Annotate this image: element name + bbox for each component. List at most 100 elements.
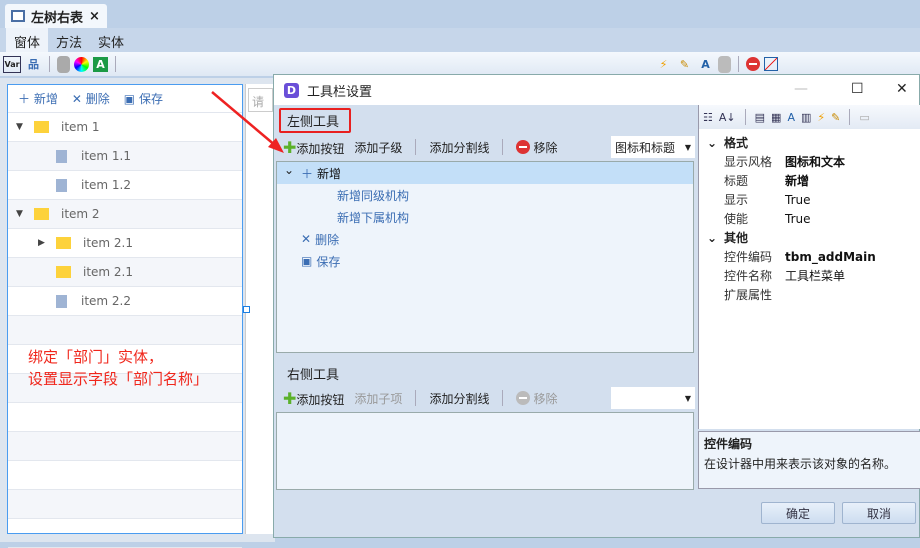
tree-row[interactable]: item 1.2 xyxy=(8,171,242,200)
edit-icon[interactable]: ✎ xyxy=(831,111,840,124)
property-toolbar: ☷ A↓ ▤ ▦ A ▥ ⚡ ✎ ▭ xyxy=(699,105,920,129)
database-icon[interactable]: ▥ xyxy=(801,111,811,124)
tree-row[interactable]: item 1.1 xyxy=(8,142,242,171)
property-value[interactable]: tbm_addMain xyxy=(785,250,876,264)
tree-row[interactable]: ▶ item 2.1 xyxy=(8,229,242,258)
resize-handle[interactable] xyxy=(243,306,250,313)
toolbar-item[interactable]: ⌄ ＋新增 xyxy=(277,162,693,184)
left-tools-list: ⌄ ＋新增 新增同级机构 新增下属机构 ✕ 删除 ▣ 保存 xyxy=(276,161,694,353)
folder-icon xyxy=(34,208,49,220)
color-wheel-icon[interactable] xyxy=(74,56,89,72)
display-style-select[interactable]: ▼ xyxy=(611,387,695,409)
lightning-icon[interactable]: ⚡ xyxy=(817,111,825,124)
property-category[interactable]: ⌄ 其他 xyxy=(699,228,920,247)
property-row[interactable]: 显示风格 图标和文本 xyxy=(699,152,920,171)
right-tools-label: 右侧工具 xyxy=(287,368,340,383)
sort-az-icon[interactable]: A↓ xyxy=(719,111,736,124)
categorized-icon[interactable]: ☷ xyxy=(703,111,713,124)
add-separator-btn[interactable]: 添加分割线 xyxy=(429,390,489,407)
expand-arrow-icon[interactable]: ▼ xyxy=(16,209,26,219)
right-tools-toolbar: ✚添加按钮 添加子项 添加分割线 移除 ▼ xyxy=(283,387,695,409)
property-row[interactable]: 标题 新增 xyxy=(699,171,920,190)
add-button-btn[interactable]: ✚添加按钮 xyxy=(283,389,344,408)
toolbar-item[interactable]: ✕ 删除 xyxy=(277,228,693,250)
maximize-icon[interactable]: ☐ xyxy=(851,81,864,97)
diagonal-icon[interactable] xyxy=(764,57,778,71)
var-icon[interactable]: Var xyxy=(3,55,21,73)
document-icon xyxy=(56,294,67,308)
chevron-down-icon[interactable]: ⌄ xyxy=(284,163,294,177)
close-icon: ✕ xyxy=(71,92,82,106)
properties-icon[interactable]: ▤ xyxy=(755,111,765,124)
save-button[interactable]: ▣ 保存 xyxy=(124,90,163,107)
property-row[interactable]: 扩展属性 xyxy=(699,285,920,304)
property-row[interactable]: 控件名称 工具栏菜单 xyxy=(699,266,920,285)
add-child-btn[interactable]: 添加子级 xyxy=(354,139,402,156)
property-name: 控件编码 xyxy=(724,250,773,264)
folder-icon xyxy=(56,266,71,278)
tree-row-label: item 1.2 xyxy=(81,178,132,192)
ok-button[interactable]: 确定 xyxy=(761,502,835,524)
right-tools-list xyxy=(276,412,694,490)
chevron-down-icon[interactable]: ⌄ xyxy=(707,231,724,245)
tree-row[interactable]: ▼ item 1 xyxy=(8,113,242,142)
tab-entity[interactable]: 实体 xyxy=(90,28,132,52)
folder-icon xyxy=(56,237,71,249)
font-icon[interactable]: A xyxy=(697,56,714,73)
events-list-icon[interactable]: ▦ xyxy=(771,111,781,124)
property-value[interactable]: 图标和文本 xyxy=(785,153,845,170)
expand-arrow-icon[interactable]: ▼ xyxy=(16,122,26,132)
toolbar-item[interactable]: 新增下属机构 xyxy=(277,206,693,228)
doc-tab[interactable]: 左树右表 × xyxy=(5,4,107,28)
add-separator-btn[interactable]: 添加分割线 xyxy=(429,139,489,156)
toolbar-item[interactable]: 新增同级机构 xyxy=(277,184,693,206)
tree-row[interactable]: item 2.1 xyxy=(8,258,242,287)
add-button-btn[interactable]: ✚添加按钮 xyxy=(283,138,344,157)
property-row[interactable]: 使能 True xyxy=(699,209,920,228)
text-a-icon[interactable]: A xyxy=(93,56,108,72)
remove-btn[interactable]: 移除 xyxy=(516,139,557,156)
plus-icon: ✚ xyxy=(283,137,297,157)
lightning-icon[interactable]: ⚡ xyxy=(655,56,672,73)
tab-method[interactable]: 方法 xyxy=(48,28,90,52)
stop-icon[interactable] xyxy=(746,57,760,71)
add-button[interactable]: ＋ 新增 xyxy=(18,90,58,107)
panel-icon[interactable]: ▭ xyxy=(859,111,869,124)
edit-icon[interactable]: ✎ xyxy=(676,56,693,73)
designer-toolbar: Var 品 A ⚡ ✎ A xyxy=(0,52,920,76)
tree-row[interactable]: item 2.2 xyxy=(8,287,242,316)
close-tab-icon[interactable]: × xyxy=(89,9,100,24)
tree-row-label: item 1 xyxy=(61,120,100,134)
add-child-btn[interactable]: 添加子项 xyxy=(354,390,402,407)
chevron-down-icon[interactable]: ⌄ xyxy=(707,136,724,150)
property-value[interactable]: True xyxy=(785,193,811,207)
dialog-title: 工具栏设置 xyxy=(307,84,373,100)
delete-button[interactable]: ✕ 删除 xyxy=(72,90,110,107)
tree-row[interactable]: ▼ item 2 xyxy=(8,200,242,229)
database-icon[interactable] xyxy=(718,55,731,73)
property-name: 控件名称 xyxy=(724,269,773,283)
property-value[interactable]: 新增 xyxy=(785,172,809,189)
description-text: 在设计器中用来表示该对象的名称。 xyxy=(704,457,897,471)
cancel-button[interactable]: 取消 xyxy=(842,502,916,524)
property-row[interactable]: 显示 True xyxy=(699,190,920,209)
property-value[interactable]: True xyxy=(785,212,811,226)
expand-arrow-icon[interactable]: ▶ xyxy=(38,238,48,248)
grid-search-input[interactable]: 请输 xyxy=(248,88,273,112)
toolbar-item[interactable]: ▣ 保存 xyxy=(277,250,693,272)
remove-icon xyxy=(516,391,531,405)
property-category[interactable]: ⌄ 格式 xyxy=(699,133,920,152)
database-icon[interactable] xyxy=(57,55,70,73)
font-icon[interactable]: A xyxy=(787,111,795,124)
left-tools-toolbar: ✚添加按钮 添加子级 添加分割线 移除 图标和标题 ▼ xyxy=(283,136,695,158)
display-style-select[interactable]: 图标和标题 ▼ xyxy=(611,136,695,158)
close-icon[interactable]: ✕ xyxy=(896,81,908,97)
document-icon xyxy=(56,178,67,192)
property-value[interactable]: 工具栏菜单 xyxy=(785,267,845,284)
minimize-icon[interactable]: — xyxy=(794,81,808,97)
remove-btn[interactable]: 移除 xyxy=(516,390,557,407)
tree-empty-row xyxy=(8,432,242,461)
tab-form[interactable]: 窗体 xyxy=(6,28,49,52)
org-chart-icon[interactable]: 品 xyxy=(25,56,42,73)
property-row[interactable]: 控件编码 tbm_addMain xyxy=(699,247,920,266)
